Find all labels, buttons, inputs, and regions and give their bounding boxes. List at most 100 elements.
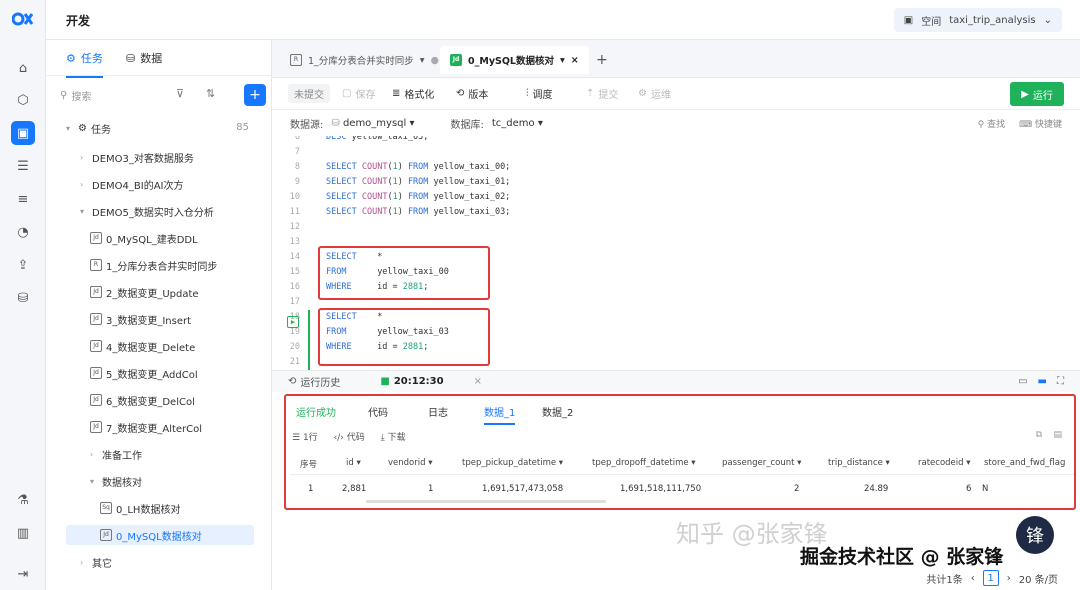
- tree-folder[interactable]: ▾ 数据核对: [90, 471, 142, 491]
- add-task-button[interactable]: +: [244, 84, 266, 106]
- tree-node-label: 数据核对: [102, 477, 142, 489]
- run-button[interactable]: ▶ 运行: [1010, 82, 1064, 106]
- line-number: 20: [289, 342, 300, 352]
- sort-icon[interactable]: ⇅: [206, 87, 215, 100]
- column-header[interactable]: id ▾: [346, 458, 361, 468]
- tree-root-tasks[interactable]: ▾ ⚙ 任务: [66, 118, 256, 138]
- tab-data-1[interactable]: 数据_1: [484, 404, 516, 425]
- column-header-label: ratecodeid: [918, 458, 964, 468]
- tree-folder[interactable]: › 其它: [80, 552, 112, 572]
- results-panel: 运行成功 代码 日志 数据_1 数据_2 ☰ 1行 ‹/› 代码 ⤓ 下载 ⧉ …: [284, 394, 1076, 510]
- column-header-label: tpep_pickup_datetime: [462, 458, 557, 468]
- schedule-button[interactable]: ⫶ 调度: [526, 86, 553, 101]
- tab-tasks[interactable]: ⚙ 任务: [66, 50, 103, 78]
- tree-file[interactable]: Sq 0_LH数据核对: [100, 498, 180, 518]
- file-type-icon: R: [90, 259, 102, 271]
- book-icon[interactable]: ▥: [11, 521, 35, 545]
- next-page-icon[interactable]: ›: [1007, 573, 1011, 584]
- tree-node-label: DEMO5_数据实时入仓分析: [92, 207, 214, 219]
- cube-icon[interactable]: ⬡: [11, 88, 35, 112]
- tree-file[interactable]: Jd 6_数据变更_DelCol: [90, 390, 195, 410]
- tree-folder[interactable]: › DEMO4_BI的AI次方: [80, 174, 183, 194]
- close-icon[interactable]: ×: [474, 376, 482, 387]
- submit-button[interactable]: ⇡ 提交: [586, 86, 618, 101]
- file-type-icon: Jd: [90, 232, 102, 244]
- tree-file[interactable]: Jd 5_数据变更_AddCol: [90, 363, 198, 383]
- run-time-tab[interactable]: 20:12:30: [394, 376, 444, 387]
- storage-icon[interactable]: ⛁: [11, 286, 35, 310]
- file-tab-label: 0_MySQL数据核对: [468, 56, 554, 67]
- view-code-button[interactable]: ‹/› 代码: [334, 430, 365, 443]
- analysis-icon[interactable]: ◔: [11, 220, 35, 244]
- shortcut-button[interactable]: ⌨ 快捷键: [1019, 117, 1062, 130]
- tree-file-selected[interactable]: Jd 0_MySQL数据核对: [66, 525, 254, 545]
- file-tab-active[interactable]: Jd 0_MySQL数据核对 ▾ ×: [440, 46, 589, 74]
- prev-page-icon[interactable]: ‹: [971, 573, 975, 584]
- horizontal-scrollbar[interactable]: [366, 500, 606, 503]
- database-select[interactable]: tc_demo ▾: [492, 118, 543, 129]
- dev-icon[interactable]: ▣: [11, 121, 35, 145]
- tab-data-2[interactable]: 数据_2: [542, 404, 573, 419]
- tree-file[interactable]: Jd 0_MySQL_建表DDL: [90, 228, 198, 248]
- app-logo-icon[interactable]: [11, 10, 34, 28]
- column-header[interactable]: trip_distance ▾: [828, 458, 890, 468]
- tab-log[interactable]: 日志: [428, 404, 448, 419]
- tree-file[interactable]: R 1_分库分表合并实时同步: [90, 255, 217, 275]
- tree-file[interactable]: Jd 3_数据变更_Insert: [90, 309, 191, 329]
- line-number: 12: [289, 222, 300, 232]
- column-header[interactable]: tpep_pickup_datetime ▾: [462, 458, 563, 468]
- close-icon[interactable]: ×: [571, 55, 579, 66]
- current-page[interactable]: 1: [982, 570, 999, 586]
- submit-icon: ⇡: [586, 88, 595, 99]
- collapse-icon[interactable]: ⇥: [11, 562, 35, 586]
- share-icon[interactable]: ⇪: [11, 253, 35, 277]
- source-bar: 数据源: ⛁ demo_mysql ▾ 数据库: tc_demo ▾ ⚲ 查找 …: [272, 110, 1080, 136]
- db-label: 数据库:: [450, 119, 484, 131]
- column-header[interactable]: passenger_count ▾: [722, 458, 801, 468]
- workspace-selector[interactable]: ▣ 空间 taxi_trip_analysis ⌄: [893, 8, 1062, 32]
- filter-icon[interactable]: ⊽: [176, 87, 184, 100]
- caret-right-icon: ›: [80, 179, 84, 189]
- version-button[interactable]: ⟲ 版本: [456, 86, 488, 101]
- submit-label: 提交: [598, 90, 619, 101]
- tree-folder[interactable]: › 准备工作: [90, 444, 142, 464]
- tree-file[interactable]: Jd 4_数据变更_Delete: [90, 336, 195, 356]
- layout-icon[interactable]: ▭: [1018, 376, 1027, 387]
- line-number: 9: [294, 177, 300, 187]
- run-history-tab[interactable]: 运行历史: [300, 374, 340, 389]
- page-size-select[interactable]: 20 条/页: [1019, 571, 1058, 586]
- tab-data[interactable]: ⛁ 数据: [126, 50, 162, 66]
- column-header[interactable]: ratecodeid ▾: [918, 458, 971, 468]
- sql-editor[interactable]: 6 DESC yellow_taxi_03; 7 8 SELECT COUNT(1)…: [272, 136, 1080, 406]
- file-tab[interactable]: R 1_分库分表合并实时同步 ▾ ●: [280, 46, 449, 74]
- column-header[interactable]: vendorid ▾: [388, 458, 432, 468]
- tree-file[interactable]: Jd 2_数据变更_Update: [90, 282, 199, 302]
- tree-file[interactable]: Jd 7_数据变更_AlterCol: [90, 417, 202, 437]
- tab-code[interactable]: 代码: [368, 404, 388, 419]
- tree-folder[interactable]: ▾ DEMO5_数据实时入仓分析: [80, 201, 214, 221]
- download-button[interactable]: ⤓ 下载: [381, 430, 406, 443]
- ops-button[interactable]: ⚙ 运维: [638, 86, 671, 101]
- copy-icon[interactable]: ⧉: [1036, 430, 1042, 440]
- format-button[interactable]: ≣ 格式化: [392, 86, 434, 101]
- tree-node-label: DEMO3_对客数据服务: [92, 153, 194, 165]
- list-icon[interactable]: ≡: [11, 187, 35, 211]
- new-tab-button[interactable]: +: [586, 46, 618, 74]
- split-layout-icon[interactable]: ▬: [1038, 376, 1047, 387]
- settings-icon[interactable]: ▤: [1053, 430, 1062, 440]
- file-type-icon: Jd: [90, 340, 102, 352]
- datasource-select[interactable]: ⛁ demo_mysql ▾: [331, 118, 414, 129]
- history-icon: ⟲: [288, 376, 297, 387]
- run-block-marker-icon[interactable]: ▶: [287, 316, 299, 328]
- lab-icon[interactable]: ⚗: [11, 488, 35, 512]
- fullscreen-icon[interactable]: ⛶: [1057, 376, 1064, 387]
- column-header[interactable]: tpep_dropoff_datetime ▾: [592, 458, 696, 468]
- database-icon[interactable]: ☰: [11, 154, 35, 178]
- search-input[interactable]: ⚲ 搜索: [60, 84, 210, 106]
- find-button[interactable]: ⚲ 查找: [978, 117, 1005, 130]
- save-button[interactable]: ▢ 保存: [342, 86, 375, 101]
- home-icon[interactable]: ⌂: [11, 56, 35, 80]
- tree-folder[interactable]: › DEMO3_对客数据服务: [80, 147, 194, 167]
- tab-run-success[interactable]: 运行成功: [296, 404, 336, 419]
- line-number: 6: [294, 136, 300, 142]
